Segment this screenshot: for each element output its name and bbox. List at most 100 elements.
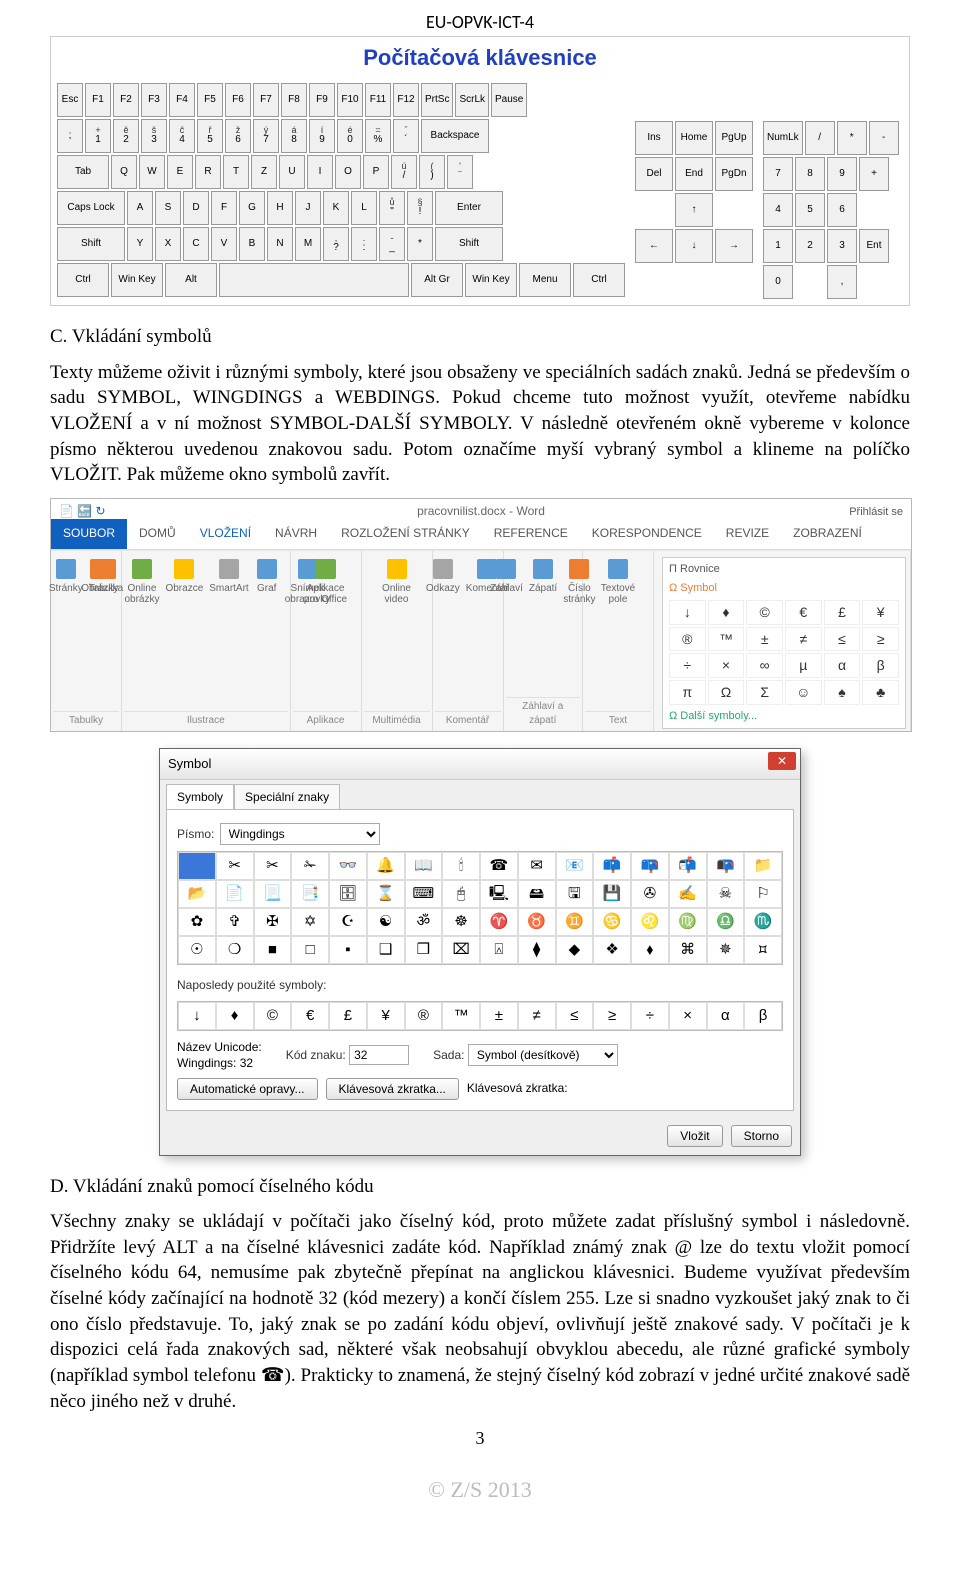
ribbon-icon[interactable] [132, 559, 152, 579]
ribbon-tab[interactable]: VLOŽENÍ [188, 519, 263, 549]
char-cell[interactable]: 📫 [593, 852, 631, 880]
char-cell[interactable]: ♉ [518, 908, 556, 936]
char-cell[interactable]: ☪ [329, 908, 367, 936]
char-cell[interactable]: ॐ [405, 908, 443, 936]
ribbon-icon[interactable] [316, 559, 336, 579]
symbol-cell[interactable]: π [669, 680, 706, 705]
signin-link[interactable]: Přihlásit se [849, 505, 903, 520]
char-cell[interactable]: ✉ [518, 852, 556, 880]
char-cell[interactable]: 💾 [593, 880, 631, 908]
code-input[interactable] [349, 1045, 409, 1065]
symbol-cell[interactable]: β [862, 653, 899, 678]
symbol-cell[interactable]: ± [746, 627, 783, 652]
char-cell[interactable]: 👓 [329, 852, 367, 880]
ribbon-icon[interactable] [387, 559, 407, 579]
sada-select[interactable]: Symbol (desítkově) [468, 1044, 618, 1066]
tab-special[interactable]: Speciální znaky [234, 784, 340, 809]
char-cell[interactable]: 📃 [254, 880, 292, 908]
char-cell[interactable]: ❒ [405, 936, 443, 964]
recent-cell[interactable]: ™ [442, 1002, 480, 1030]
ribbon-button-label[interactable]: Obrázky [81, 583, 118, 594]
recent-cell[interactable]: ÷ [631, 1002, 669, 1030]
recent-cell[interactable]: ↓ [178, 1002, 216, 1030]
ribbon-button-label[interactable]: SmartArt [209, 583, 248, 594]
symbol-cell[interactable]: ® [669, 627, 706, 652]
char-cell[interactable]: 🖰 [442, 880, 480, 908]
ribbon-icon[interactable] [496, 559, 516, 579]
ribbon-tab[interactable]: NÁVRH [263, 519, 329, 549]
symbol-cell[interactable]: ≠ [785, 627, 822, 652]
ribbon-tab[interactable]: KORESPONDENCE [580, 519, 714, 549]
char-cell[interactable]: ❖ [593, 936, 631, 964]
ribbon-tab[interactable]: ZOBRAZENÍ [781, 519, 874, 549]
char-cell[interactable]: 🗄 [329, 880, 367, 908]
recent-cell[interactable]: β [744, 1002, 782, 1030]
symbol-cell[interactable]: α [824, 653, 861, 678]
char-cell[interactable]: ⌘ [669, 936, 707, 964]
char-cell[interactable]: 📪 [631, 852, 669, 880]
char-cell[interactable]: 🔔 [367, 852, 405, 880]
char-cell[interactable]: ♈ [480, 908, 518, 936]
ribbon-icon[interactable] [433, 559, 453, 579]
ribbon-button-label[interactable]: Online video [370, 583, 424, 605]
recent-cell[interactable]: α [707, 1002, 745, 1030]
char-cell[interactable]: 🖴 [518, 880, 556, 908]
char-cell[interactable]: ♏ [744, 908, 782, 936]
char-cell[interactable]: 📧 [556, 852, 594, 880]
ribbon-button-label[interactable]: Obrazce [165, 583, 203, 594]
char-cell[interactable]: ◆ [556, 936, 594, 964]
char-grid[interactable]: ✂✂✁👓🔔📖🕯☎✉📧📫📪📬📭📁📂📄📃📑🗄⌛⌨🖰🖳🖴🖫💾✇✍☠⚐✿✞✠✡☪☯ॐ☸♈… [177, 851, 783, 965]
char-cell[interactable]: ♊ [556, 908, 594, 936]
ribbon-tab[interactable]: REVIZE [714, 519, 781, 549]
recent-cell[interactable]: ± [480, 1002, 518, 1030]
char-cell[interactable]: ❑ [367, 936, 405, 964]
symbol-cell[interactable]: ♦ [708, 600, 745, 625]
char-cell[interactable]: ✵ [707, 936, 745, 964]
char-cell[interactable]: 🖫 [556, 880, 594, 908]
char-cell[interactable]: ⯏ [744, 936, 782, 964]
symbol-cell[interactable]: £ [824, 600, 861, 625]
char-cell[interactable]: ⍓ [480, 936, 518, 964]
insert-button[interactable]: Vložit [667, 1125, 722, 1147]
ribbon-icon[interactable] [608, 559, 628, 579]
cancel-button[interactable]: Storno [731, 1125, 792, 1147]
char-cell[interactable]: ♎ [707, 908, 745, 936]
more-symbols[interactable]: Ω Další symboly... [669, 709, 899, 724]
ribbon-button-label[interactable]: Záhlaví [490, 583, 523, 594]
char-cell[interactable]: ⌧ [442, 936, 480, 964]
shortcut-button[interactable]: Klávesová zkratka... [326, 1078, 459, 1100]
recent-cell[interactable]: ♦ [216, 1002, 254, 1030]
char-cell[interactable]: ☸ [442, 908, 480, 936]
char-cell[interactable]: 🖳 [480, 880, 518, 908]
symbol-item[interactable]: Ω Symbol [669, 581, 717, 596]
char-cell[interactable]: 📄 [216, 880, 254, 908]
symbol-cell[interactable]: © [746, 600, 783, 625]
char-cell[interactable]: ✂ [254, 852, 292, 880]
char-cell[interactable]: ⌨ [405, 880, 443, 908]
char-cell[interactable]: ☯ [367, 908, 405, 936]
char-cell[interactable]: ✁ [291, 852, 329, 880]
char-cell[interactable]: ✞ [216, 908, 254, 936]
autocorrect-button[interactable]: Automatické opravy... [177, 1078, 318, 1100]
char-cell[interactable]: 📬 [669, 852, 707, 880]
ribbon-tab[interactable]: ROZLOŽENÍ STRÁNKY [329, 519, 482, 549]
ribbon-icon[interactable] [56, 559, 76, 579]
symbol-cell[interactable]: ÷ [669, 653, 706, 678]
char-cell[interactable]: ❍ [216, 936, 254, 964]
char-cell[interactable]: 📂 [178, 880, 216, 908]
char-cell[interactable]: ♌ [631, 908, 669, 936]
symbol-cell[interactable]: × [708, 653, 745, 678]
recent-cell[interactable]: ≤ [556, 1002, 594, 1030]
char-cell[interactable]: ✿ [178, 908, 216, 936]
char-cell[interactable]: ☉ [178, 936, 216, 964]
char-cell[interactable]: ⚐ [744, 880, 782, 908]
char-cell[interactable]: 🕯 [442, 852, 480, 880]
char-cell[interactable] [178, 852, 216, 880]
ribbon-tab[interactable]: DOMŮ [127, 519, 188, 549]
ribbon-button-label[interactable]: Aplikace pro Office [299, 583, 353, 605]
char-cell[interactable]: ▪ [329, 936, 367, 964]
symbol-cell[interactable]: ☺ [785, 680, 822, 705]
ribbon-icon[interactable] [257, 559, 277, 579]
ribbon-button-label[interactable]: Odkazy [426, 583, 460, 594]
ribbon-button-label[interactable]: Graf [257, 583, 276, 594]
